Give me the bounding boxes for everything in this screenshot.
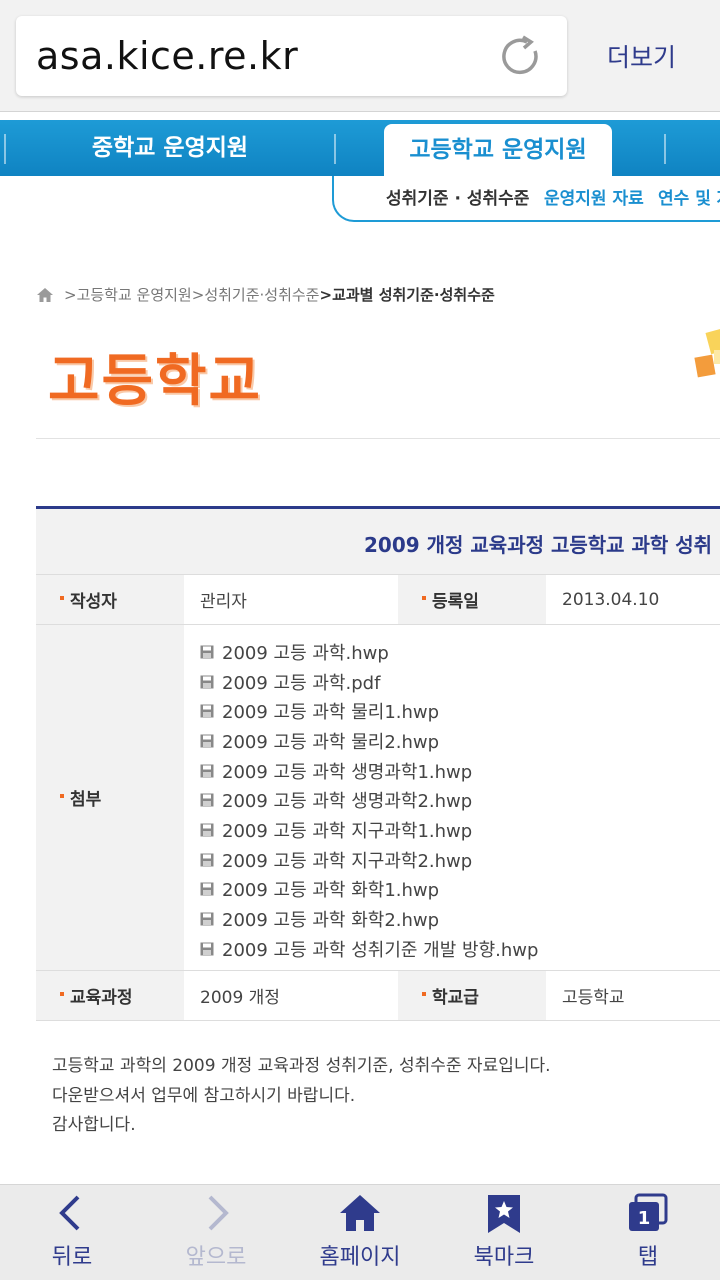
browser-address-area: asa.kice.re.kr 더보기 <box>0 0 720 112</box>
bookmark-button[interactable]: 북마크 <box>439 1185 569 1280</box>
attachment-link[interactable]: 2009 고등 과학 성취기준 개발 방향.hwp <box>200 934 720 964</box>
sub-nav-achievement-standards[interactable]: 성취기준 · 성취수준 <box>386 184 529 209</box>
attachment-link[interactable]: 2009 고등 과학 화학1.hwp <box>200 875 720 905</box>
nav-separator <box>334 134 336 164</box>
article-table: 2009 개정 교육과정 고등학교 과학 성취 작성자 관리자 등록일 2013… <box>36 506 720 1021</box>
nav-tab-middle-school[interactable]: 중학교 운영지원 <box>0 120 340 176</box>
article-title: 2009 개정 교육과정 고등학교 과학 성취 <box>364 533 713 557</box>
attachment-link[interactable]: 2009 고등 과학 물리1.hwp <box>200 696 720 726</box>
attachment-filename: 2009 고등 과학 성취기준 개발 방향.hwp <box>222 939 539 961</box>
attachment-filename: 2009 고등 과학 생명과학2.hwp <box>222 791 473 813</box>
attachment-filename: 2009 고등 과학 화학1.hwp <box>222 880 440 902</box>
forward-button[interactable]: 앞으로 <box>151 1185 281 1280</box>
curriculum-value: 2009 개정 <box>200 988 280 1008</box>
attachment-filename: 2009 고등 과학.pdf <box>222 672 381 694</box>
article-body: 고등학교 과학의 2009 개정 교육과정 성취기준, 성취수준 자료입니다. … <box>52 1052 551 1141</box>
file-icon <box>200 882 214 896</box>
attachment-link[interactable]: 2009 고등 과학 생명과학2.hwp <box>200 785 720 815</box>
nav-tab-high-school[interactable]: 고등학교 운영지원 <box>384 124 612 180</box>
home-icon <box>340 1195 380 1231</box>
attachment-filename: 2009 고등 과학 화학2.hwp <box>222 910 440 932</box>
back-button[interactable]: 뒤로 <box>7 1185 137 1280</box>
meta-row: 작성자 관리자 등록일 2013.04.10 <box>36 575 720 625</box>
file-icon <box>200 704 214 718</box>
sub-nav-training[interactable]: 연수 및 자 <box>658 184 720 209</box>
attachment-filename: 2009 고등 과학 지구과학1.hwp <box>222 820 473 842</box>
decorative-illustration <box>694 327 720 378</box>
file-icon <box>200 675 214 689</box>
home-icon[interactable] <box>36 286 54 304</box>
home-page-button[interactable]: 홈페이지 <box>295 1185 425 1280</box>
site-nav: 중학교 운영지원 <box>0 120 720 176</box>
school-level-value: 고등학교 <box>562 988 625 1008</box>
file-icon <box>200 734 214 748</box>
breadcrumb-current: >교과별 성취기준·성취수준 <box>319 286 495 304</box>
attachment-link[interactable]: 2009 고등 과학 생명과학1.hwp <box>200 756 720 786</box>
author-label: 작성자 <box>36 575 184 624</box>
attachment-filename: 2009 고등 과학 지구과학2.hwp <box>222 850 473 872</box>
bookmark-label: 북마크 <box>473 1245 535 1270</box>
attachment-link[interactable]: 2009 고등 과학.pdf <box>200 667 720 697</box>
reload-icon[interactable] <box>499 35 543 79</box>
article-header: 2009 개정 교육과정 고등학교 과학 성취 <box>36 509 720 575</box>
tabs-icon: 1 <box>629 1193 668 1231</box>
attachment-link[interactable]: 2009 고등 과학.hwp <box>200 637 720 667</box>
attachments-row: 첨부 2009 고등 과학.hwp 2009 고등 과학.pdf 2009 고등 과… <box>36 625 720 971</box>
page-title: 고등학교 <box>48 349 263 414</box>
chevron-left-icon <box>59 1195 80 1231</box>
more-button[interactable]: 더보기 <box>607 38 676 74</box>
url-text: asa.kice.re.kr <box>36 34 299 78</box>
file-icon <box>200 942 214 956</box>
attachment-link[interactable]: 2009 고등 과학 지구과학2.hwp <box>200 845 720 875</box>
attachment-link[interactable]: 2009 고등 과학 물리2.hwp <box>200 726 720 756</box>
body-line: 다운받으셔서 업무에 참고하시기 바랍니다. <box>52 1085 356 1106</box>
file-icon <box>200 793 214 807</box>
file-icon <box>200 823 214 837</box>
date-value: 2013.04.10 <box>562 589 660 610</box>
back-label: 뒤로 <box>51 1245 93 1270</box>
attachment-filename: 2009 고등 과학 생명과학1.hwp <box>222 761 473 783</box>
attachment-link[interactable]: 2009 고등 과학 화학2.hwp <box>200 904 720 934</box>
body-line: 고등학교 과학의 2009 개정 교육과정 성취기준, 성취수준 자료입니다. <box>52 1056 551 1076</box>
school-level-label: 학교급 <box>398 971 546 1020</box>
attachment-filename: 2009 고등 과학 물리2.hwp <box>222 731 440 753</box>
breadcrumb: >고등학교 운영지원 >성취기준·성취수준 >교과별 성취기준·성취수준 <box>36 284 495 305</box>
sub-nav-support-materials[interactable]: 운영지원 자료 <box>544 184 644 209</box>
attachments-label: 첨부 <box>36 625 184 970</box>
browser-bottom-bar: 뒤로 앞으로 홈페이지 북마크 1 탭 <box>0 1184 720 1280</box>
author-value: 관리자 <box>200 592 247 612</box>
file-icon <box>200 853 214 867</box>
attachment-link[interactable]: 2009 고등 과학 지구과학1.hwp <box>200 815 720 845</box>
sub-nav: 성취기준 · 성취수준 운영지원 자료 연수 및 자 <box>332 176 720 222</box>
forward-label: 앞으로 <box>185 1245 247 1270</box>
home-page-label: 홈페이지 <box>319 1245 401 1270</box>
tabs-label: 탭 <box>637 1245 659 1270</box>
file-icon <box>200 912 214 926</box>
attachment-filename: 2009 고등 과학.hwp <box>222 642 389 664</box>
body-line: 감사합니다. <box>52 1115 136 1135</box>
bookmark-icon <box>488 1195 520 1233</box>
breadcrumb-item[interactable]: >성취기준·성취수준 <box>192 284 320 305</box>
chevron-right-icon <box>208 1195 229 1231</box>
breadcrumb-item[interactable]: >고등학교 운영지원 <box>64 284 192 305</box>
meta-row: 교육과정 2009 개정 학교급 고등학교 <box>36 971 720 1021</box>
tab-count: 1 <box>638 1208 651 1229</box>
url-bar[interactable]: asa.kice.re.kr <box>16 16 567 96</box>
tabs-button[interactable]: 1 탭 <box>583 1185 713 1280</box>
attachment-filename: 2009 고등 과학 물리1.hwp <box>222 702 440 724</box>
attachment-list: 2009 고등 과학.hwp 2009 고등 과학.pdf 2009 고등 과학 물… <box>184 625 720 964</box>
nav-separator <box>664 134 666 164</box>
file-icon <box>200 764 214 778</box>
title-divider <box>36 438 720 439</box>
curriculum-label: 교육과정 <box>36 971 184 1020</box>
date-label: 등록일 <box>398 575 546 624</box>
file-icon <box>200 645 214 659</box>
